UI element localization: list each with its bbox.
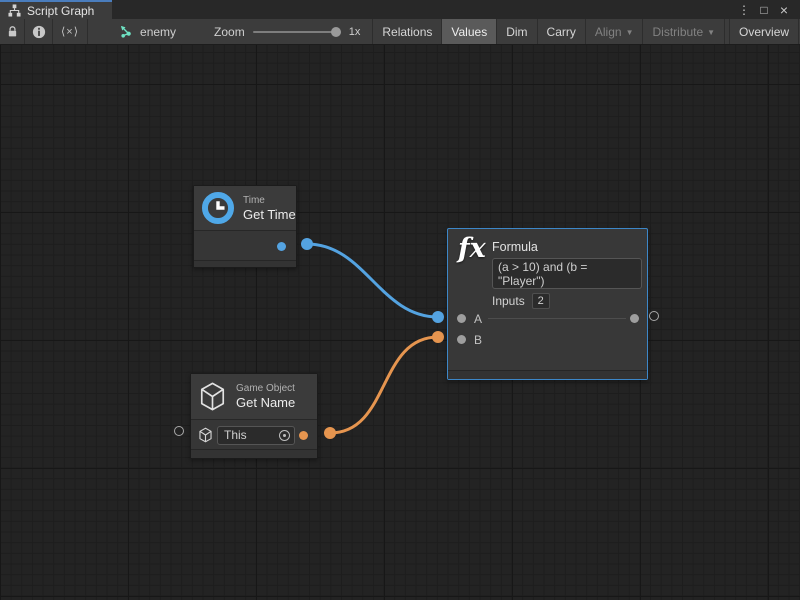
formula-input-a-port[interactable] xyxy=(457,314,466,323)
node-get-name[interactable]: Game Object Get Name This xyxy=(190,373,318,459)
carry-label: Carry xyxy=(547,25,576,39)
clock-icon xyxy=(201,191,235,225)
graph-icon xyxy=(120,25,134,39)
zoom-value: 1x xyxy=(349,26,361,38)
align-button[interactable]: Align ▼ xyxy=(586,19,644,44)
dim-button[interactable]: Dim xyxy=(497,19,537,44)
tab-script-graph[interactable]: Script Graph xyxy=(0,0,112,19)
graph-ref-label: enemy xyxy=(140,25,176,39)
graph-hierarchy-icon xyxy=(8,4,21,17)
tab-label: Script Graph xyxy=(27,4,94,18)
formula-inputs-count-input[interactable]: 2 xyxy=(532,293,550,309)
formula-a-value-line xyxy=(488,318,626,319)
get-time-footer xyxy=(194,260,296,267)
relations-button[interactable]: Relations xyxy=(373,19,442,44)
chevron-down-icon: ▼ xyxy=(626,28,634,37)
toolbar-buttons: Relations Values Dim Carry Align ▼ Distr… xyxy=(372,19,800,44)
object-picker-icon[interactable] xyxy=(279,430,290,441)
carry-button[interactable]: Carry xyxy=(538,19,586,44)
lock-button[interactable] xyxy=(0,19,25,44)
values-button[interactable]: Values xyxy=(442,19,497,44)
cube-icon xyxy=(198,381,227,412)
zoom-slider[interactable] xyxy=(253,26,341,38)
info-icon xyxy=(32,25,46,39)
node-get-time[interactable]: Time Get Time xyxy=(193,185,297,268)
info-button[interactable] xyxy=(25,19,53,44)
zoom-control: Zoom 1x xyxy=(214,19,368,44)
zoom-slider-handle[interactable] xyxy=(331,27,341,37)
close-icon[interactable]: × xyxy=(776,2,792,18)
overview-label: Overview xyxy=(739,25,789,39)
maximize-icon[interactable]: □ xyxy=(756,2,772,18)
tab-bar: Script Graph ⋮ □ × xyxy=(0,0,800,19)
get-name-output-port[interactable] xyxy=(299,431,308,440)
values-label: Values xyxy=(451,25,487,39)
formula-input-b-port[interactable] xyxy=(457,335,466,344)
formula-inputs-label: Inputs xyxy=(492,294,525,308)
formula-expression-input[interactable]: (a > 10) and (b = "Player") xyxy=(492,258,642,289)
get-name-body: This xyxy=(191,419,317,450)
code-view-button[interactable]: ⟨×⟩ xyxy=(53,19,88,44)
get-name-target-value: This xyxy=(224,428,247,442)
code-icon: ⟨×⟩ xyxy=(61,25,79,38)
formula-title: Formula xyxy=(492,240,538,254)
formula-port-a-label: A xyxy=(474,312,482,326)
graph-canvas[interactable]: Time Get Time fx Formula (a > 10) and (b… xyxy=(0,45,800,600)
fx-icon: fx xyxy=(458,233,486,264)
formula-port-b-label: B xyxy=(474,333,482,347)
lock-icon xyxy=(6,25,19,38)
get-time-body xyxy=(194,230,296,261)
formula-output-port[interactable] xyxy=(630,314,639,323)
window-controls: ⋮ □ × xyxy=(728,0,800,19)
overview-button[interactable]: Overview xyxy=(730,19,799,44)
window-menu-icon[interactable]: ⋮ xyxy=(736,2,752,18)
get-time-category: Time xyxy=(243,195,296,207)
get-name-category: Game Object xyxy=(236,383,295,395)
align-label: Align xyxy=(595,25,622,39)
distribute-button[interactable]: Distribute ▼ xyxy=(643,19,725,44)
cube-icon xyxy=(198,427,213,443)
get-name-target-unconnected-port[interactable] xyxy=(174,426,184,436)
get-time-header: Time Get Time xyxy=(194,186,296,230)
get-time-title: Get Time xyxy=(243,207,296,222)
formula-port-row-a: A xyxy=(448,308,647,329)
distribute-label: Distribute xyxy=(652,25,703,39)
formula-footer xyxy=(448,370,647,379)
toolbar: ⟨×⟩ enemy Zoom 1x Relations Values Dim xyxy=(0,19,800,45)
connection-getname-to-formula-b[interactable] xyxy=(330,337,438,433)
formula-port-row-b: B xyxy=(448,329,647,350)
get-name-footer xyxy=(191,449,317,458)
relations-label: Relations xyxy=(382,25,432,39)
dim-label: Dim xyxy=(506,25,527,39)
connection-gettime-to-formula-a[interactable] xyxy=(307,244,438,317)
connections-layer xyxy=(0,45,800,600)
node-formula[interactable]: fx Formula (a > 10) and (b = "Player") I… xyxy=(447,228,648,380)
zoom-slider-track[interactable] xyxy=(253,31,341,33)
tab-bar-spacer xyxy=(112,0,728,19)
graph-reference-enemy[interactable]: enemy xyxy=(110,19,186,44)
formula-inputs-row: Inputs 2 xyxy=(492,293,550,309)
formula-output-unconnected-port[interactable] xyxy=(649,311,659,321)
zoom-label: Zoom xyxy=(214,25,245,39)
get-name-target-input[interactable]: This xyxy=(217,426,295,445)
chevron-down-icon: ▼ xyxy=(707,28,715,37)
get-name-title: Get Name xyxy=(236,395,295,410)
get-time-output-port[interactable] xyxy=(277,242,286,251)
get-name-header: Game Object Get Name xyxy=(191,374,317,419)
